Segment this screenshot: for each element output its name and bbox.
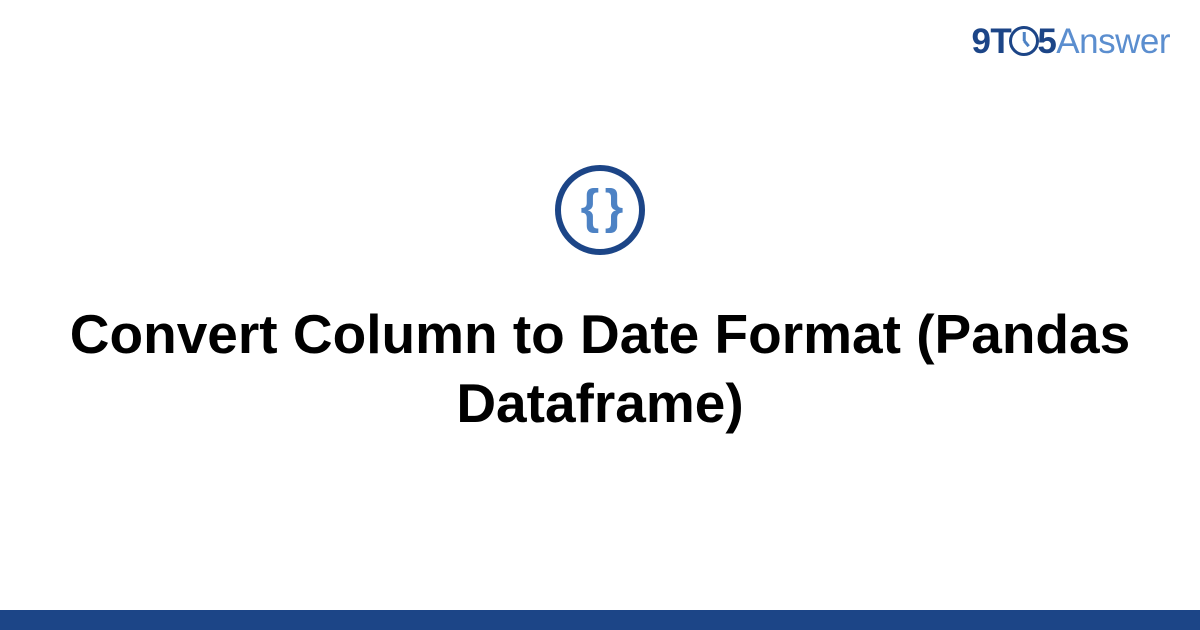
logo-nine: 9 [971,22,990,61]
logo-answer: Answer [1056,22,1170,61]
logo-t: T [990,22,1011,61]
clock-icon [1009,26,1039,56]
page-title: Convert Column to Date Format (Pandas Da… [60,300,1140,438]
footer-bar [0,610,1200,630]
braces-glyph: { } [581,184,620,232]
braces-icon: { } [555,165,645,255]
site-logo: 9T5Answer [971,22,1170,62]
logo-five: 5 [1037,22,1056,61]
